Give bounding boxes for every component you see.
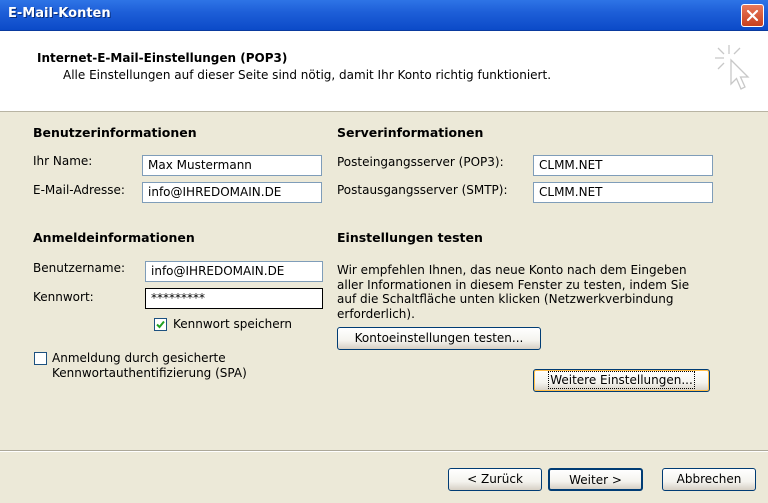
test-settings-description: Wir empfehlen Ihnen, das neue Konto nach… — [337, 263, 690, 321]
cancel-button-label: Abbrechen — [676, 472, 742, 486]
username-field[interactable]: info@IHREDOMAIN.DE — [145, 261, 323, 282]
outgoing-server-label: Postausgangsserver (SMTP): — [337, 183, 508, 197]
footer-separator — [0, 450, 768, 452]
password-field[interactable]: ********* — [145, 288, 323, 309]
save-password-label[interactable]: Kennwort speichern — [173, 317, 292, 331]
next-button-label: Weiter > — [569, 473, 622, 487]
window-title: E-Mail-Konten — [8, 6, 111, 21]
more-settings-button-label: Weitere Einstellungen... — [548, 371, 695, 389]
user-info-heading: Benutzerinformationen — [33, 125, 197, 140]
name-label: Ihr Name: — [33, 154, 93, 168]
back-button-label: < Zurück — [467, 472, 523, 486]
title-bar[interactable]: E-Mail-Konten — [0, 0, 768, 31]
back-button[interactable]: < Zurück — [448, 468, 542, 491]
more-settings-button[interactable]: Weitere Einstellungen... — [533, 369, 710, 392]
page-title: Internet-E-Mail-Einstellungen (POP3) — [37, 51, 288, 65]
wizard-cursor-icon — [715, 45, 750, 90]
password-label: Kennwort: — [33, 290, 94, 304]
close-icon — [746, 9, 759, 22]
email-label: E-Mail-Adresse: — [33, 183, 125, 197]
server-info-heading: Serverinformationen — [337, 125, 484, 140]
email-field[interactable]: info@IHREDOMAIN.DE — [142, 182, 322, 203]
incoming-server-field[interactable]: CLMM.NET — [533, 155, 713, 176]
name-field[interactable]: Max Mustermann — [142, 155, 322, 176]
test-account-button-label: Kontoeinstellungen testen... — [354, 331, 524, 345]
close-button[interactable] — [741, 4, 764, 27]
wizard-header: Internet-E-Mail-Einstellungen (POP3) All… — [0, 31, 768, 112]
next-button[interactable]: Weiter > — [548, 468, 643, 491]
username-label: Benutzername: — [33, 261, 126, 275]
save-password-checkbox[interactable] — [154, 318, 167, 331]
spa-checkbox[interactable] — [34, 352, 47, 365]
cancel-button[interactable]: Abbrechen — [662, 468, 756, 491]
page-subtitle: Alle Einstellungen auf dieser Seite sind… — [63, 68, 552, 82]
test-settings-heading: Einstellungen testen — [337, 230, 483, 245]
spa-label-line2: Kennwortauthentifizierung (SPA) — [52, 366, 247, 380]
outgoing-server-field[interactable]: CLMM.NET — [533, 182, 713, 203]
spa-label-line1: Anmeldung durch gesicherte — [52, 351, 226, 365]
test-account-button[interactable]: Kontoeinstellungen testen... — [337, 327, 541, 350]
incoming-server-label: Posteingangsserver (POP3): — [337, 155, 504, 169]
login-info-heading: Anmeldeinformationen — [33, 230, 195, 245]
spa-label[interactable]: Anmeldung durch gesicherte Kennwortauthe… — [52, 351, 247, 381]
checkmark-icon — [156, 320, 165, 329]
